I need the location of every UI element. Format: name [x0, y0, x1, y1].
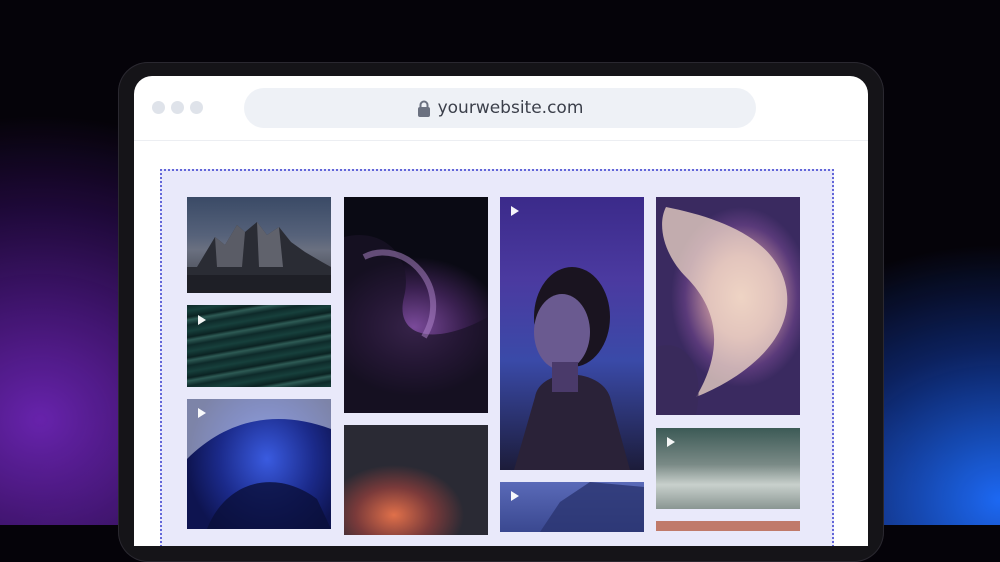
gallery-tile-portrait[interactable] [500, 197, 644, 470]
window-control-dot[interactable] [152, 101, 165, 114]
play-icon [511, 206, 519, 216]
gallery-tile-purple-abstract[interactable] [344, 197, 488, 413]
gallery-tile-blue-abstract[interactable] [187, 399, 331, 529]
gallery-tile-orange-gradient[interactable] [344, 425, 488, 535]
gallery-tile-water[interactable] [187, 305, 331, 387]
address-bar[interactable]: yourwebsite.com [244, 88, 756, 128]
window-control-dot[interactable] [171, 101, 184, 114]
gallery-tile-mountain[interactable] [187, 197, 331, 293]
lock-icon [417, 100, 431, 117]
browser-titlebar: yourwebsite.com [134, 76, 868, 141]
play-icon [198, 408, 206, 418]
window-control-dot[interactable] [190, 101, 203, 114]
play-icon [667, 437, 675, 447]
url-text: yourwebsite.com [437, 98, 584, 118]
gallery-tile-peach[interactable] [656, 521, 800, 531]
play-icon [198, 315, 206, 325]
gallery-tile-waterfall[interactable] [656, 428, 800, 509]
gallery-tile-fabric-abstract[interactable] [656, 197, 800, 415]
play-icon [511, 491, 519, 501]
